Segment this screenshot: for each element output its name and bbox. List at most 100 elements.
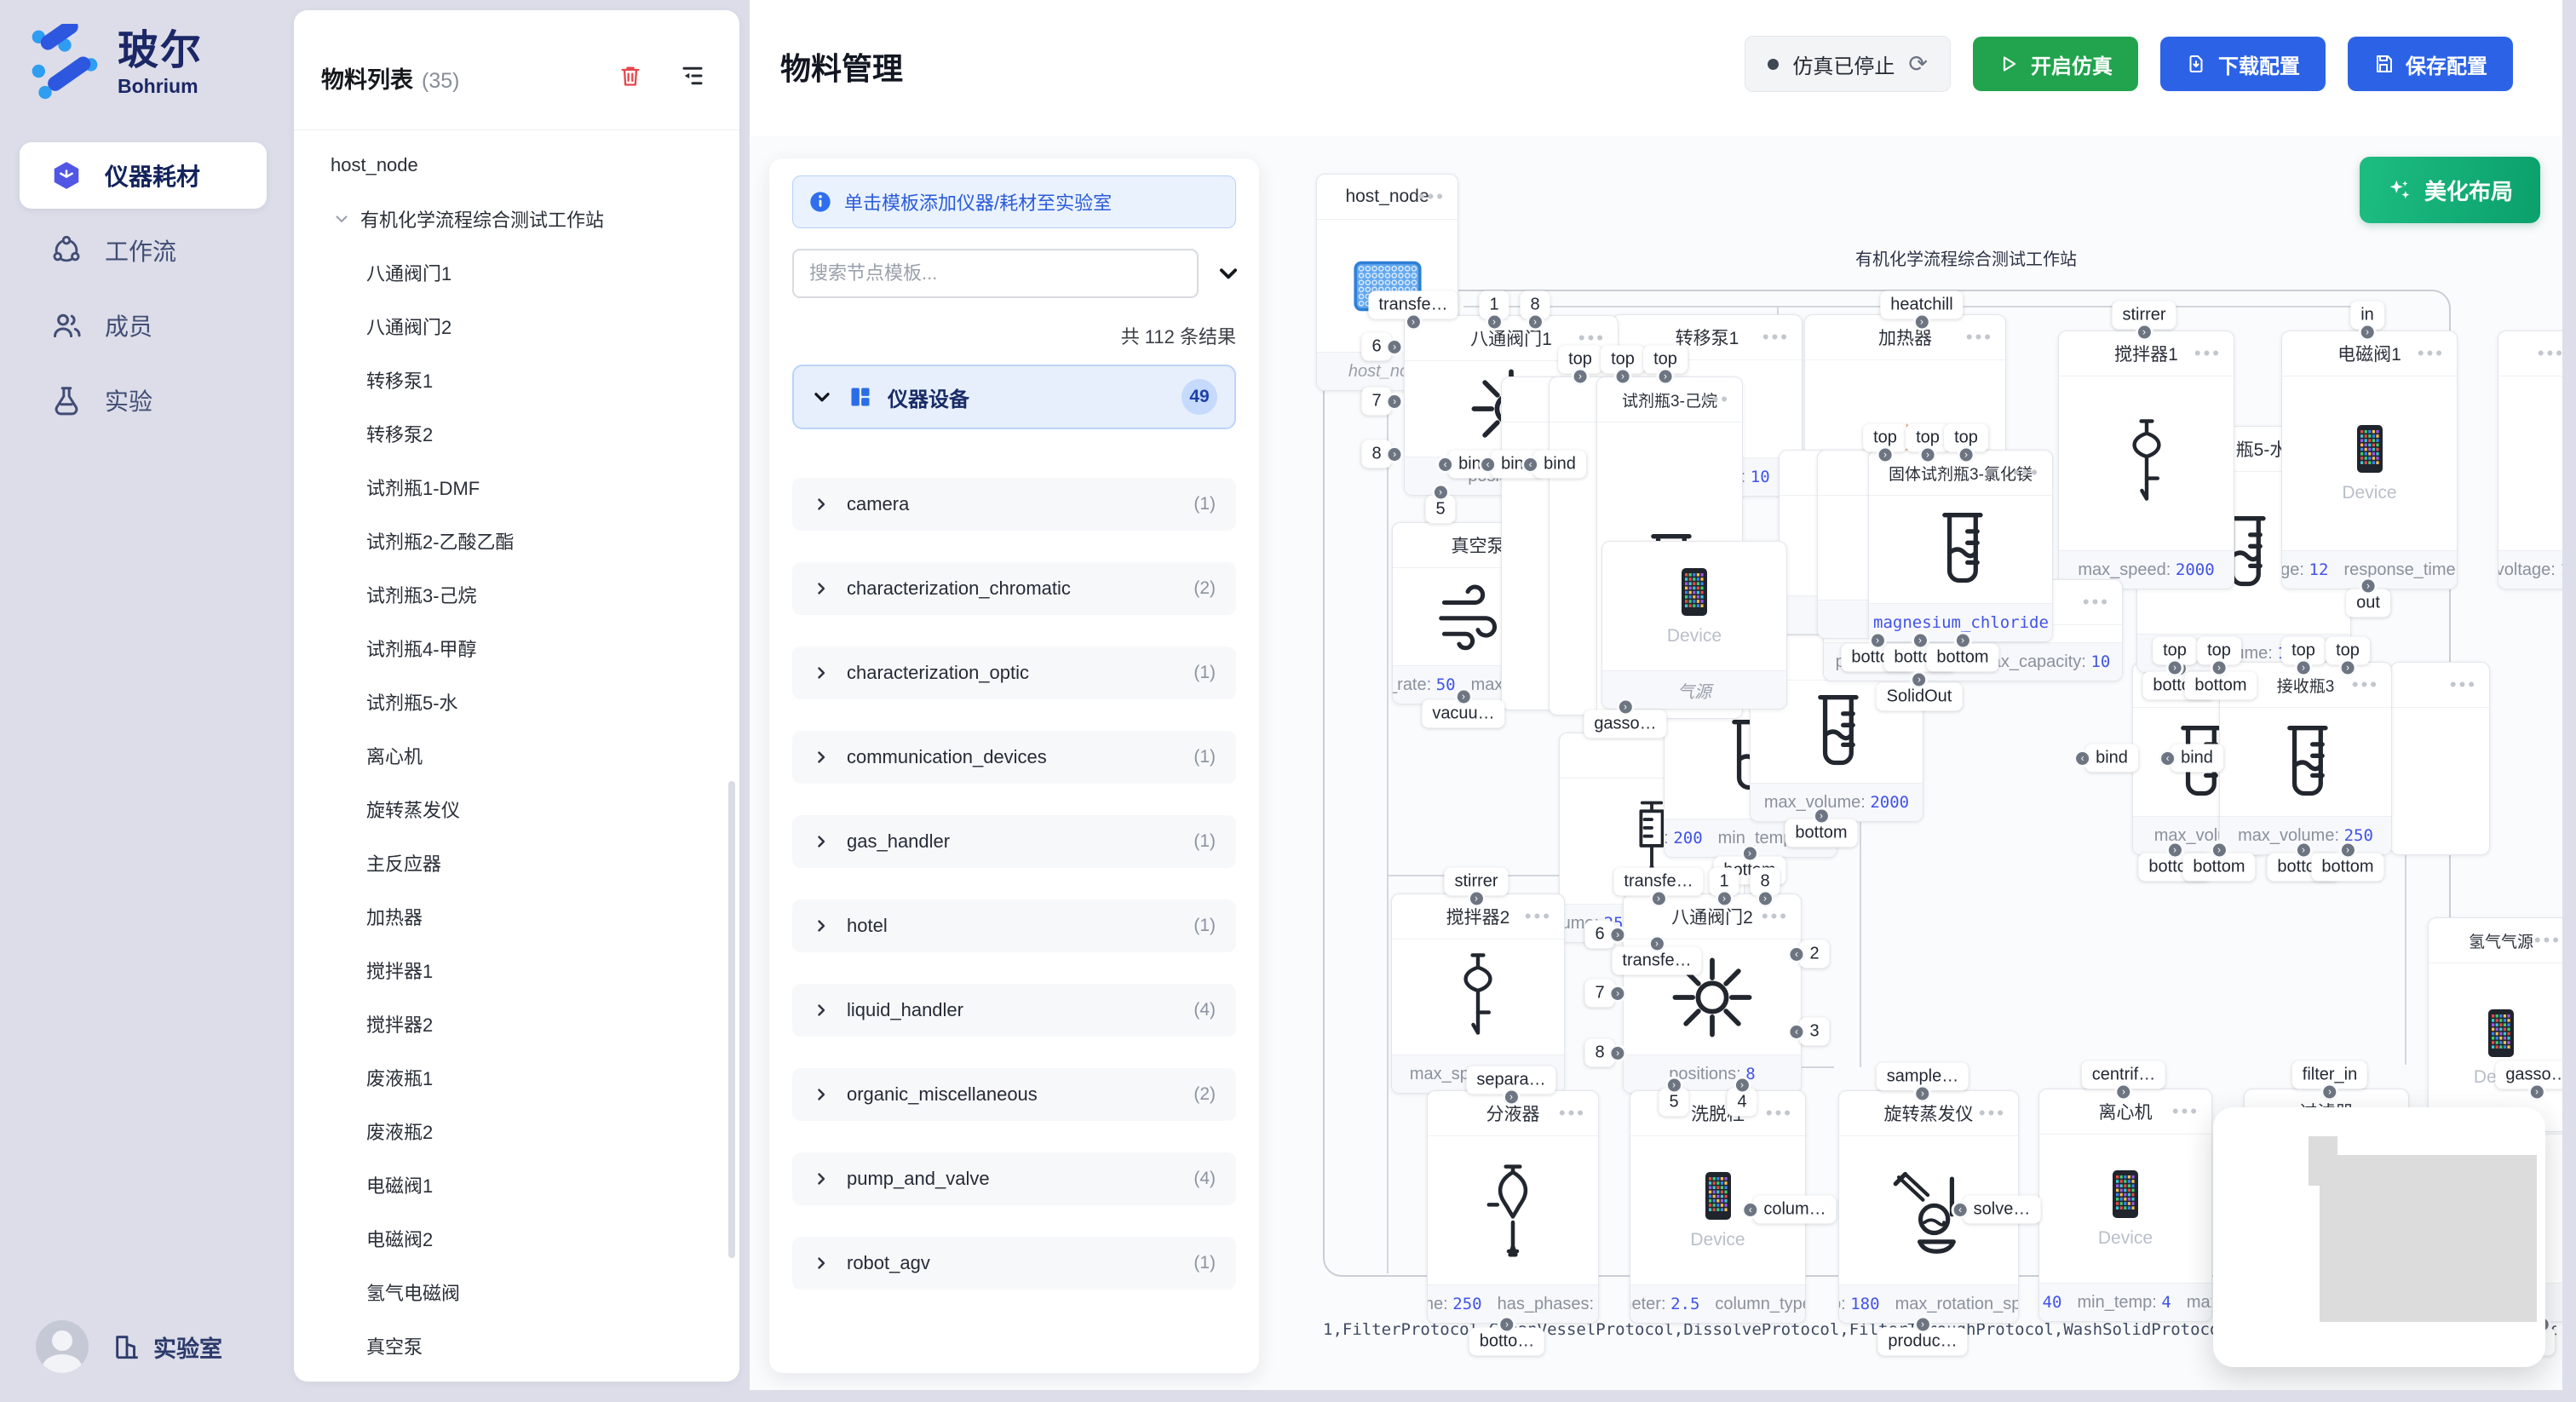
refresh-icon[interactable]: ⟳	[1908, 53, 1928, 76]
tree-item[interactable]: 八通阀门1	[294, 245, 739, 299]
port-dot[interactable]: ›	[1486, 313, 1504, 331]
node-menu-icon[interactable]: •••	[1559, 1102, 1586, 1124]
port-3[interactable]: 3‹	[1799, 1018, 1829, 1046]
tree-item[interactable]: 试剂瓶3-己烷	[294, 567, 739, 621]
tree-item[interactable]: 主反应器	[294, 836, 739, 889]
tree-item[interactable]: 转移泵1	[294, 353, 739, 406]
port-top[interactable]: top›	[2326, 637, 2370, 665]
start-sim-button[interactable]: 开启仿真	[1973, 37, 2138, 91]
port-centrif[interactable]: centrif…›	[2082, 1061, 2165, 1089]
port-dot[interactable]: ›	[1527, 313, 1544, 331]
tree-item[interactable]: 搅拌器2	[294, 997, 739, 1050]
port-dot[interactable]: ›	[1614, 368, 1632, 386]
tree-item[interactable]: 试剂瓶4-甲醇	[294, 621, 739, 675]
port-dot[interactable]: ›	[1954, 632, 1972, 650]
port-1[interactable]: 1›	[1479, 291, 1509, 319]
port-dot[interactable]: ›	[1912, 313, 1930, 331]
canvas-scrollbar-track[interactable]	[2562, 0, 2576, 1390]
port-gasso[interactable]: gasso…›	[1584, 710, 1666, 738]
port-stirrer[interactable]: stirrer›	[2112, 302, 2176, 330]
port-4[interactable]: 4›	[1727, 1089, 1757, 1117]
chevron-down-icon[interactable]	[1216, 261, 1241, 286]
port-top[interactable]: top›	[2153, 637, 2197, 665]
trash-icon[interactable]	[618, 63, 642, 89]
sidebar-item-workflow[interactable]: 工作流	[20, 217, 267, 284]
tree-item[interactable]: 电磁阀1	[294, 1158, 739, 1211]
port-dot[interactable]: ›	[2211, 659, 2228, 677]
port-dot[interactable]: ›	[1919, 446, 1937, 464]
port-dot[interactable]: ›	[2358, 324, 2376, 342]
port-dot[interactable]: ›	[2135, 324, 2153, 342]
tree-item[interactable]: 八通阀门2	[294, 299, 739, 353]
port-dot[interactable]: ›	[1432, 484, 1450, 502]
node-separator[interactable]: 分液器•••volume: 250has_phases: true	[1427, 1090, 1599, 1324]
tree-item[interactable]: 试剂瓶5-水	[294, 675, 739, 728]
port-dot[interactable]: ›	[2166, 842, 2184, 859]
template-item-gas_handler[interactable]: gas_handler(1)	[792, 815, 1236, 868]
node-menu-icon[interactable]: •••	[1762, 326, 1790, 348]
node-menu-icon[interactable]: •••	[2352, 674, 2379, 696]
tree-item[interactable]: 废液瓶2	[294, 1104, 739, 1158]
node-solenoid-1[interactable]: 电磁阀1•••Devicevoltage: 12response_time: 0…	[2281, 330, 2458, 589]
port-dot[interactable]: ›	[1386, 445, 1404, 463]
port-dot[interactable]: ›	[1503, 1089, 1521, 1106]
port-transfe[interactable]: transfe…›	[1613, 868, 1703, 896]
node-solid-3[interactable]: 固体试剂瓶3-氯化镁•••agent: magnesium_chlorideph…	[1868, 450, 2053, 642]
node-recv-x[interactable]: •••	[2390, 662, 2490, 855]
template-item-hotel[interactable]: hotel(1)	[792, 899, 1236, 952]
sidebar-item-equipment[interactable]: 仪器耗材	[20, 142, 267, 209]
tree-item[interactable]: host_node	[294, 138, 739, 192]
port-produc[interactable]: produc…›	[1877, 1328, 1967, 1356]
search-input[interactable]	[792, 249, 1199, 298]
node-centrifuge[interactable]: 离心机•••Devicetemp: 40min_temp: 4max_spe	[2038, 1089, 2212, 1322]
port-top[interactable]: top›	[1944, 424, 1988, 452]
port-out[interactable]: out›	[2346, 589, 2390, 618]
chevron-down-icon[interactable]	[333, 210, 350, 227]
port-sample[interactable]: sample…›	[1877, 1063, 1969, 1091]
port-6[interactable]: 6›	[1584, 921, 1614, 949]
port-dot[interactable]: ‹	[1436, 456, 1454, 474]
node-stirrer-1[interactable]: 搅拌器1•••max_speed: 2000	[2058, 330, 2234, 589]
tree-item[interactable]: 搅拌器1	[294, 943, 739, 997]
sidebar-item-members[interactable]: 成员	[20, 292, 267, 359]
template-item-communication_devices[interactable]: communication_devices(1)	[792, 731, 1236, 784]
port-dot[interactable]: ›	[1609, 985, 1627, 1003]
port-top[interactable]: top›	[2281, 637, 2326, 665]
node-menu-icon[interactable]: •••	[1525, 905, 1552, 928]
port-top[interactable]: top›	[1643, 346, 1688, 374]
port-5[interactable]: 5›	[1659, 1089, 1688, 1117]
port-7[interactable]: 7›	[1361, 388, 1391, 416]
node-menu-icon[interactable]: •••	[2194, 342, 2222, 365]
port-bind[interactable]: bind‹	[1533, 451, 1586, 479]
port-separa[interactable]: separa…›	[1466, 1066, 1555, 1095]
port-dot[interactable]: ›	[2166, 659, 2184, 677]
port-dot[interactable]: ›	[2320, 1083, 2338, 1101]
port-dot[interactable]: ›	[1741, 845, 1759, 863]
port-8[interactable]: 8›	[1520, 291, 1550, 319]
port-dot[interactable]: ›	[1572, 368, 1590, 386]
category-equipment[interactable]: 仪器设备 49	[792, 365, 1236, 429]
template-item-characterization_optic[interactable]: characterization_optic(1)	[792, 646, 1236, 699]
port-dot[interactable]: ›	[1467, 890, 1485, 908]
node-menu-icon[interactable]: •••	[2450, 674, 2477, 696]
port-dot[interactable]: ›	[1958, 446, 1975, 464]
port-gasso[interactable]: gasso…›	[2495, 1061, 2562, 1089]
port-8[interactable]: 8›	[1584, 1039, 1614, 1067]
port-dot[interactable]: ›	[1757, 890, 1774, 908]
node-menu-icon[interactable]: •••	[2534, 929, 2562, 951]
port-dot[interactable]: ‹	[2159, 750, 2176, 767]
template-item-camera[interactable]: camera(1)	[792, 478, 1236, 531]
port-dot[interactable]: ‹	[1787, 1023, 1805, 1041]
tree-item[interactable]: 加热器	[294, 889, 739, 943]
port-dot[interactable]: ›	[1911, 671, 1929, 689]
tree-item[interactable]: 真空泵	[294, 1319, 739, 1372]
node-menu-icon[interactable]: •••	[2172, 1100, 2199, 1123]
port-transfe[interactable]: transfe…›	[1368, 291, 1458, 319]
port-dot[interactable]: ›	[1609, 926, 1627, 944]
port-bottom[interactable]: bottom›	[1926, 644, 1998, 672]
port-dot[interactable]: ›	[1386, 393, 1404, 411]
node-menu-icon[interactable]: •••	[2013, 462, 2040, 484]
port-transfe[interactable]: transfe…›	[1612, 947, 1701, 975]
port-dot[interactable]: ›	[2528, 1083, 2546, 1101]
port-solve[interactable]: solve…‹	[1964, 1196, 2041, 1224]
